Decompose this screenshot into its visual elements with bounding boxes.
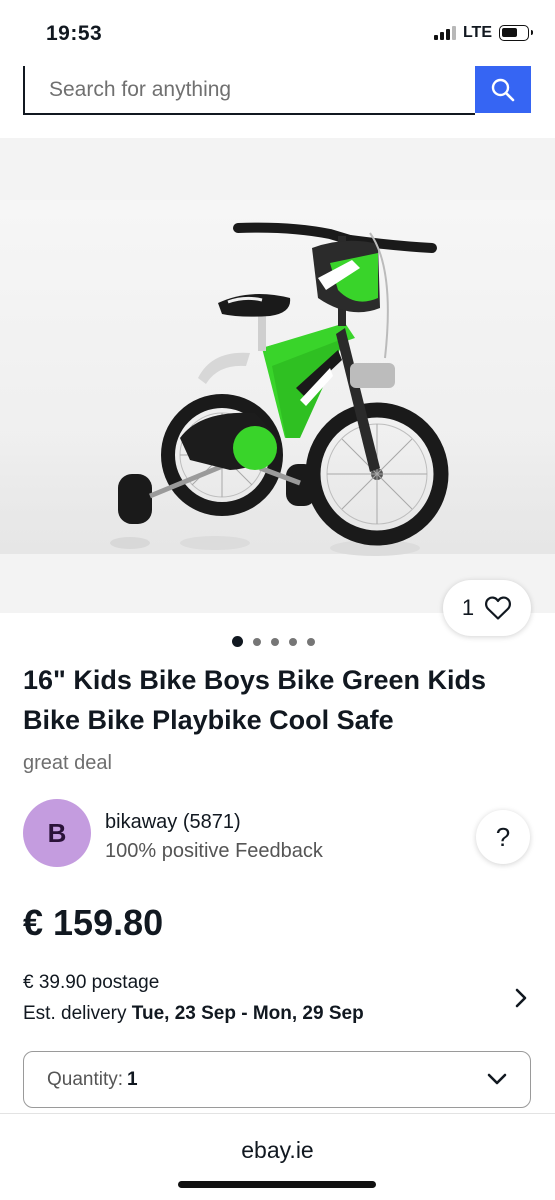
pagination-dot[interactable] — [232, 636, 243, 647]
signal-icon — [433, 26, 456, 40]
heart-icon — [485, 596, 512, 620]
quantity-select[interactable]: Quantity: 1 — [23, 1051, 531, 1108]
product-image — [110, 222, 449, 556]
pagination-dot[interactable] — [271, 637, 279, 646]
item-price: € 159.80 — [23, 902, 164, 943]
product-image-gallery[interactable] — [0, 138, 555, 613]
pagination-dot[interactable] — [307, 637, 315, 646]
watch-count: 1 — [461, 595, 475, 620]
status-indicators: LTE — [433, 24, 533, 42]
quantity-value: 1 — [127, 1068, 138, 1090]
battery-icon — [499, 25, 533, 41]
delivery-dates: Tue, 23 Sep - Mon, 29 Sep — [131, 1003, 364, 1024]
delivery-estimate: Est. delivery Tue, 23 Sep - Mon, 29 Sep — [23, 1003, 364, 1025]
shipping-details-row[interactable]: € 39.90 postage Est. delivery Tue, 23 Se… — [0, 964, 555, 1034]
pagination-dot[interactable] — [253, 637, 261, 646]
listing-subtitle: great deal — [23, 752, 112, 774]
pagination-dot[interactable] — [289, 637, 297, 646]
search-bar — [23, 66, 531, 115]
search-icon — [491, 78, 515, 101]
seller-avatar[interactable]: B — [23, 799, 91, 867]
seller-name[interactable]: bikaway (5871) — [105, 811, 241, 834]
chevron-down-icon — [487, 1073, 507, 1085]
help-button[interactable]: ? — [476, 810, 530, 864]
chevron-right-icon — [515, 988, 527, 1008]
search-button[interactable] — [475, 66, 531, 113]
status-time: 19:53 — [46, 22, 103, 45]
status-bar: 19:53 LTE — [0, 0, 555, 66]
quantity-label: Quantity: — [47, 1068, 124, 1090]
postage-cost: € 39.90 postage — [23, 972, 160, 993]
search-input[interactable] — [23, 66, 475, 115]
home-indicator[interactable] — [178, 1181, 376, 1188]
watch-button[interactable]: 1 — [443, 580, 531, 636]
network-label: LTE — [462, 24, 492, 41]
seller-feedback: 100% positive Feedback — [105, 840, 323, 862]
listing-title: 16" Kids Bike Boys Bike Green Kids Bike … — [23, 665, 486, 735]
address-domain[interactable]: ebay.ie — [0, 1137, 555, 1164]
image-pagination — [232, 636, 315, 647]
delivery-prefix: Est. delivery — [23, 1003, 127, 1024]
